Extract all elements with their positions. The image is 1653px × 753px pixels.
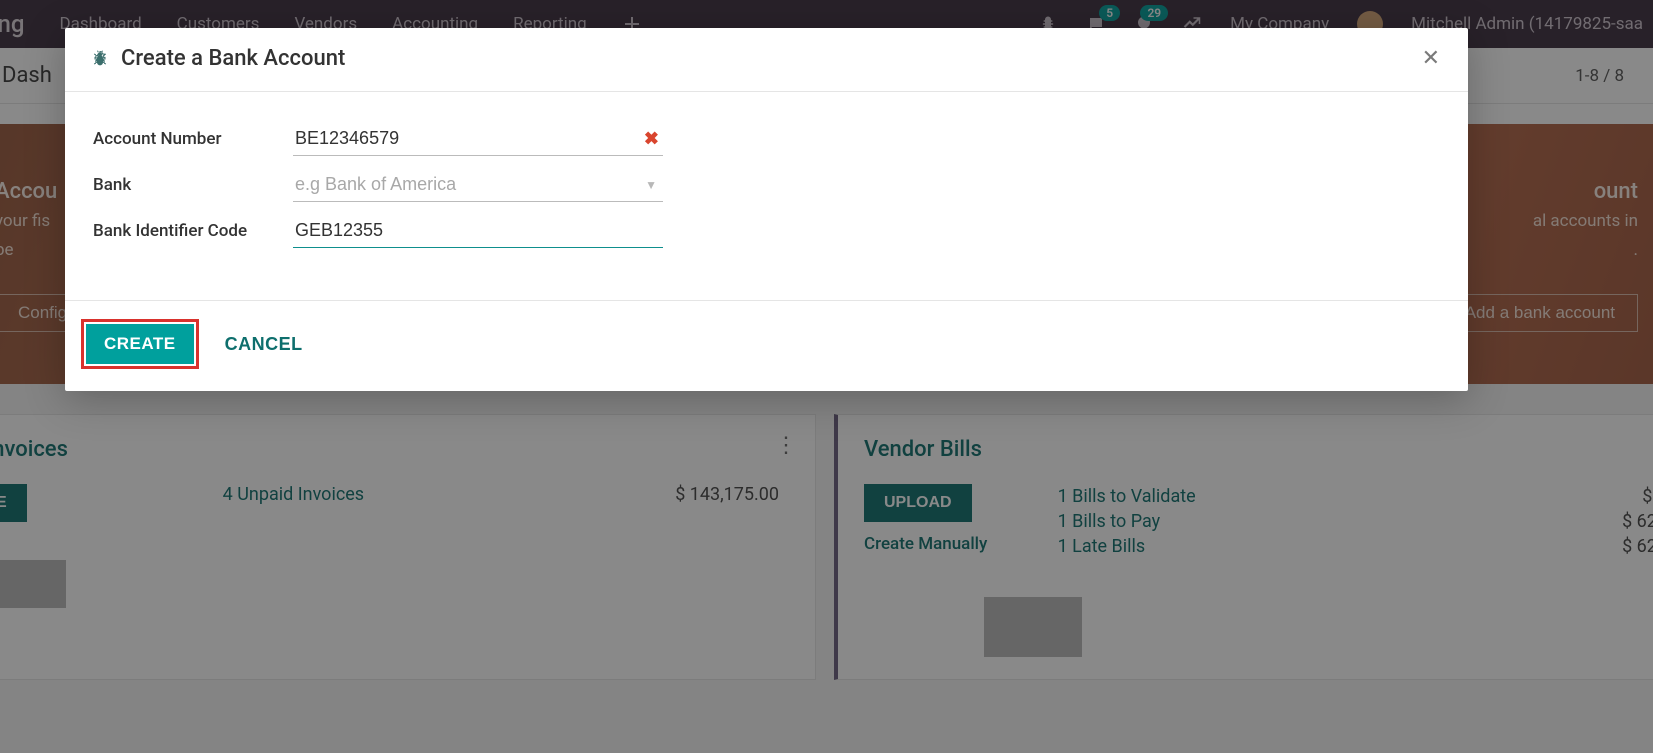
bank-label: Bank: [93, 175, 293, 195]
account-number-label: Account Number: [93, 129, 293, 149]
create-button[interactable]: CREATE: [86, 324, 194, 364]
bic-input[interactable]: [293, 214, 663, 248]
cancel-button[interactable]: CANCEL: [225, 334, 303, 355]
bank-row: Bank ▼: [93, 168, 1440, 202]
account-number-input[interactable]: [293, 122, 663, 156]
clear-icon[interactable]: ✖: [644, 129, 659, 150]
create-button-highlight: CREATE: [81, 319, 199, 369]
modal-footer: CREATE CANCEL: [65, 301, 1468, 391]
chevron-down-icon[interactable]: ▼: [645, 178, 657, 192]
create-bank-account-modal: Create a Bank Account ✕ Account Number ✖…: [65, 28, 1468, 391]
account-number-row: Account Number ✖: [93, 122, 1440, 156]
bic-row: Bank Identifier Code: [93, 214, 1440, 248]
bic-label: Bank Identifier Code: [93, 221, 293, 241]
modal-title: Create a Bank Account: [121, 46, 345, 71]
close-icon[interactable]: ✕: [1422, 46, 1444, 71]
bug-icon: [89, 48, 111, 70]
bank-select[interactable]: [293, 168, 663, 202]
modal-header: Create a Bank Account ✕: [65, 28, 1468, 92]
modal-body: Account Number ✖ Bank ▼ Bank Identifier …: [65, 92, 1468, 301]
